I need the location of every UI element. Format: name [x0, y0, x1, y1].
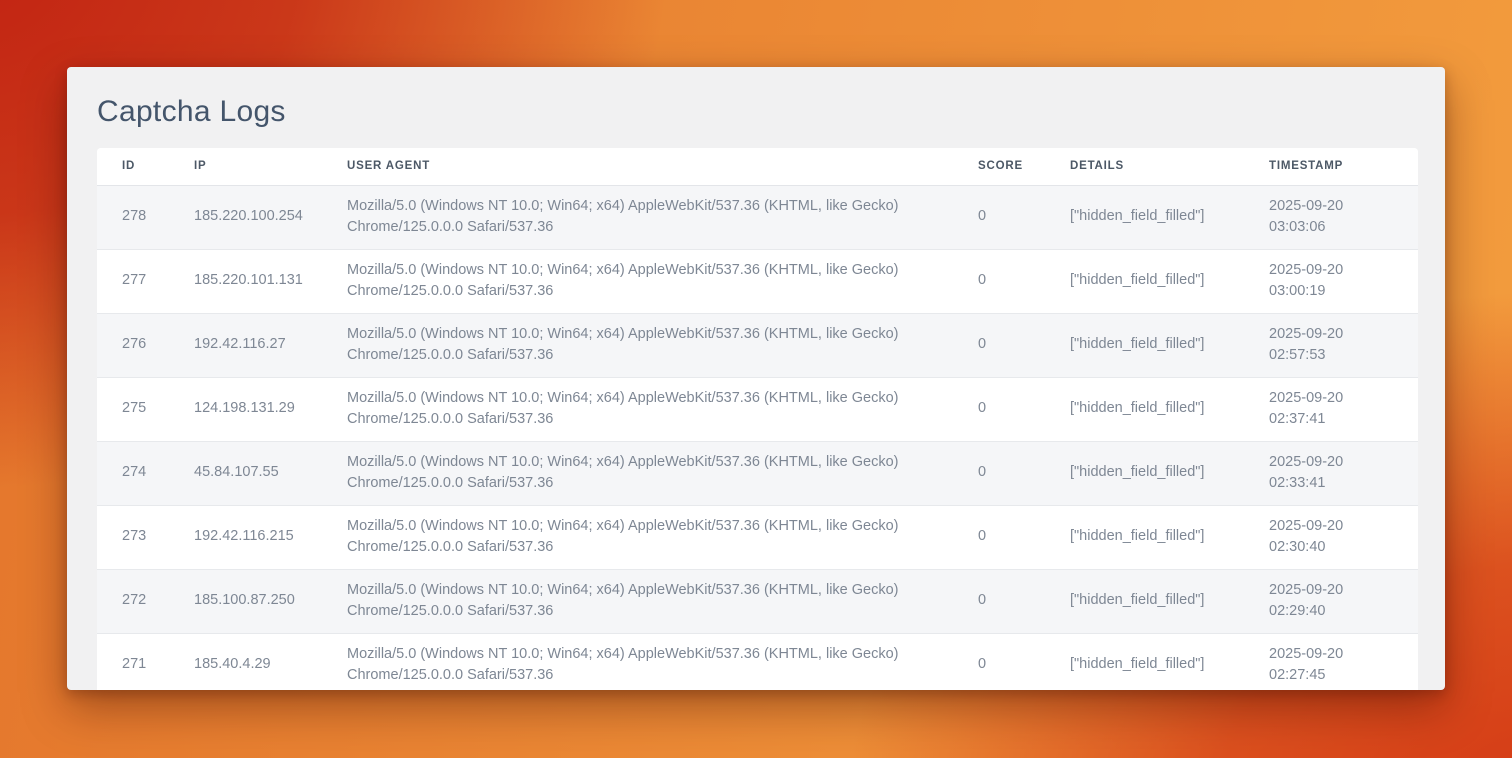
cell-details: ["hidden_field_filled"]	[1070, 569, 1269, 633]
cell-id: 272	[97, 569, 194, 633]
cell-details: ["hidden_field_filled"]	[1070, 441, 1269, 505]
table-row: 276192.42.116.27Mozilla/5.0 (Windows NT …	[97, 313, 1418, 377]
cell-id: 273	[97, 505, 194, 569]
cell-id: 275	[97, 377, 194, 441]
cell-ip: 45.84.107.55	[194, 441, 347, 505]
cell-user_agent: Mozilla/5.0 (Windows NT 10.0; Win64; x64…	[347, 249, 978, 313]
cell-score: 0	[978, 505, 1070, 569]
captcha-logs-table: IDIPUSER AGENTSCOREDETAILSTIMESTAMP 2781…	[97, 148, 1418, 690]
cell-timestamp: 2025-09-20 03:00:19	[1269, 249, 1418, 313]
logs-table-container: IDIPUSER AGENTSCOREDETAILSTIMESTAMP 2781…	[97, 148, 1418, 690]
cell-details: ["hidden_field_filled"]	[1070, 633, 1269, 690]
cell-user_agent: Mozilla/5.0 (Windows NT 10.0; Win64; x64…	[347, 633, 978, 690]
cell-details: ["hidden_field_filled"]	[1070, 377, 1269, 441]
cell-id: 278	[97, 185, 194, 249]
cell-details: ["hidden_field_filled"]	[1070, 249, 1269, 313]
column-header-details: DETAILS	[1070, 148, 1269, 185]
cell-score: 0	[978, 441, 1070, 505]
cell-id: 274	[97, 441, 194, 505]
cell-id: 276	[97, 313, 194, 377]
cell-ip: 185.40.4.29	[194, 633, 347, 690]
cell-user_agent: Mozilla/5.0 (Windows NT 10.0; Win64; x64…	[347, 569, 978, 633]
cell-ip: 185.220.100.254	[194, 185, 347, 249]
table-row: 271185.40.4.29Mozilla/5.0 (Windows NT 10…	[97, 633, 1418, 690]
table-row: 273192.42.116.215Mozilla/5.0 (Windows NT…	[97, 505, 1418, 569]
column-header-ip: IP	[194, 148, 347, 185]
cell-ip: 192.42.116.27	[194, 313, 347, 377]
cell-score: 0	[978, 377, 1070, 441]
cell-score: 0	[978, 185, 1070, 249]
cell-timestamp: 2025-09-20 02:37:41	[1269, 377, 1418, 441]
column-header-score: SCORE	[978, 148, 1070, 185]
captcha-logs-card: Captcha Logs IDIPUSER AGENTSCOREDETAILST…	[67, 67, 1445, 690]
cell-ip: 124.198.131.29	[194, 377, 347, 441]
cell-user_agent: Mozilla/5.0 (Windows NT 10.0; Win64; x64…	[347, 377, 978, 441]
cell-ip: 185.100.87.250	[194, 569, 347, 633]
cell-ip: 192.42.116.215	[194, 505, 347, 569]
cell-timestamp: 2025-09-20 02:30:40	[1269, 505, 1418, 569]
cell-user_agent: Mozilla/5.0 (Windows NT 10.0; Win64; x64…	[347, 313, 978, 377]
cell-id: 277	[97, 249, 194, 313]
cell-timestamp: 2025-09-20 02:29:40	[1269, 569, 1418, 633]
column-header-user_agent: USER AGENT	[347, 148, 978, 185]
cell-score: 0	[978, 249, 1070, 313]
column-header-timestamp: TIMESTAMP	[1269, 148, 1418, 185]
cell-timestamp: 2025-09-20 02:27:45	[1269, 633, 1418, 690]
cell-user_agent: Mozilla/5.0 (Windows NT 10.0; Win64; x64…	[347, 185, 978, 249]
cell-timestamp: 2025-09-20 02:57:53	[1269, 313, 1418, 377]
cell-details: ["hidden_field_filled"]	[1070, 185, 1269, 249]
table-row: 27445.84.107.55Mozilla/5.0 (Windows NT 1…	[97, 441, 1418, 505]
table-header-row: IDIPUSER AGENTSCOREDETAILSTIMESTAMP	[97, 148, 1418, 185]
table-row: 275124.198.131.29Mozilla/5.0 (Windows NT…	[97, 377, 1418, 441]
cell-id: 271	[97, 633, 194, 690]
cell-timestamp: 2025-09-20 03:03:06	[1269, 185, 1418, 249]
table-row: 278185.220.100.254Mozilla/5.0 (Windows N…	[97, 185, 1418, 249]
cell-score: 0	[978, 633, 1070, 690]
cell-user_agent: Mozilla/5.0 (Windows NT 10.0; Win64; x64…	[347, 505, 978, 569]
cell-score: 0	[978, 569, 1070, 633]
column-header-id: ID	[97, 148, 194, 185]
page-title: Captcha Logs	[97, 95, 1418, 129]
table-row: 277185.220.101.131Mozilla/5.0 (Windows N…	[97, 249, 1418, 313]
cell-user_agent: Mozilla/5.0 (Windows NT 10.0; Win64; x64…	[347, 441, 978, 505]
cell-details: ["hidden_field_filled"]	[1070, 313, 1269, 377]
table-row: 272185.100.87.250Mozilla/5.0 (Windows NT…	[97, 569, 1418, 633]
cell-details: ["hidden_field_filled"]	[1070, 505, 1269, 569]
cell-timestamp: 2025-09-20 02:33:41	[1269, 441, 1418, 505]
cell-ip: 185.220.101.131	[194, 249, 347, 313]
cell-score: 0	[978, 313, 1070, 377]
